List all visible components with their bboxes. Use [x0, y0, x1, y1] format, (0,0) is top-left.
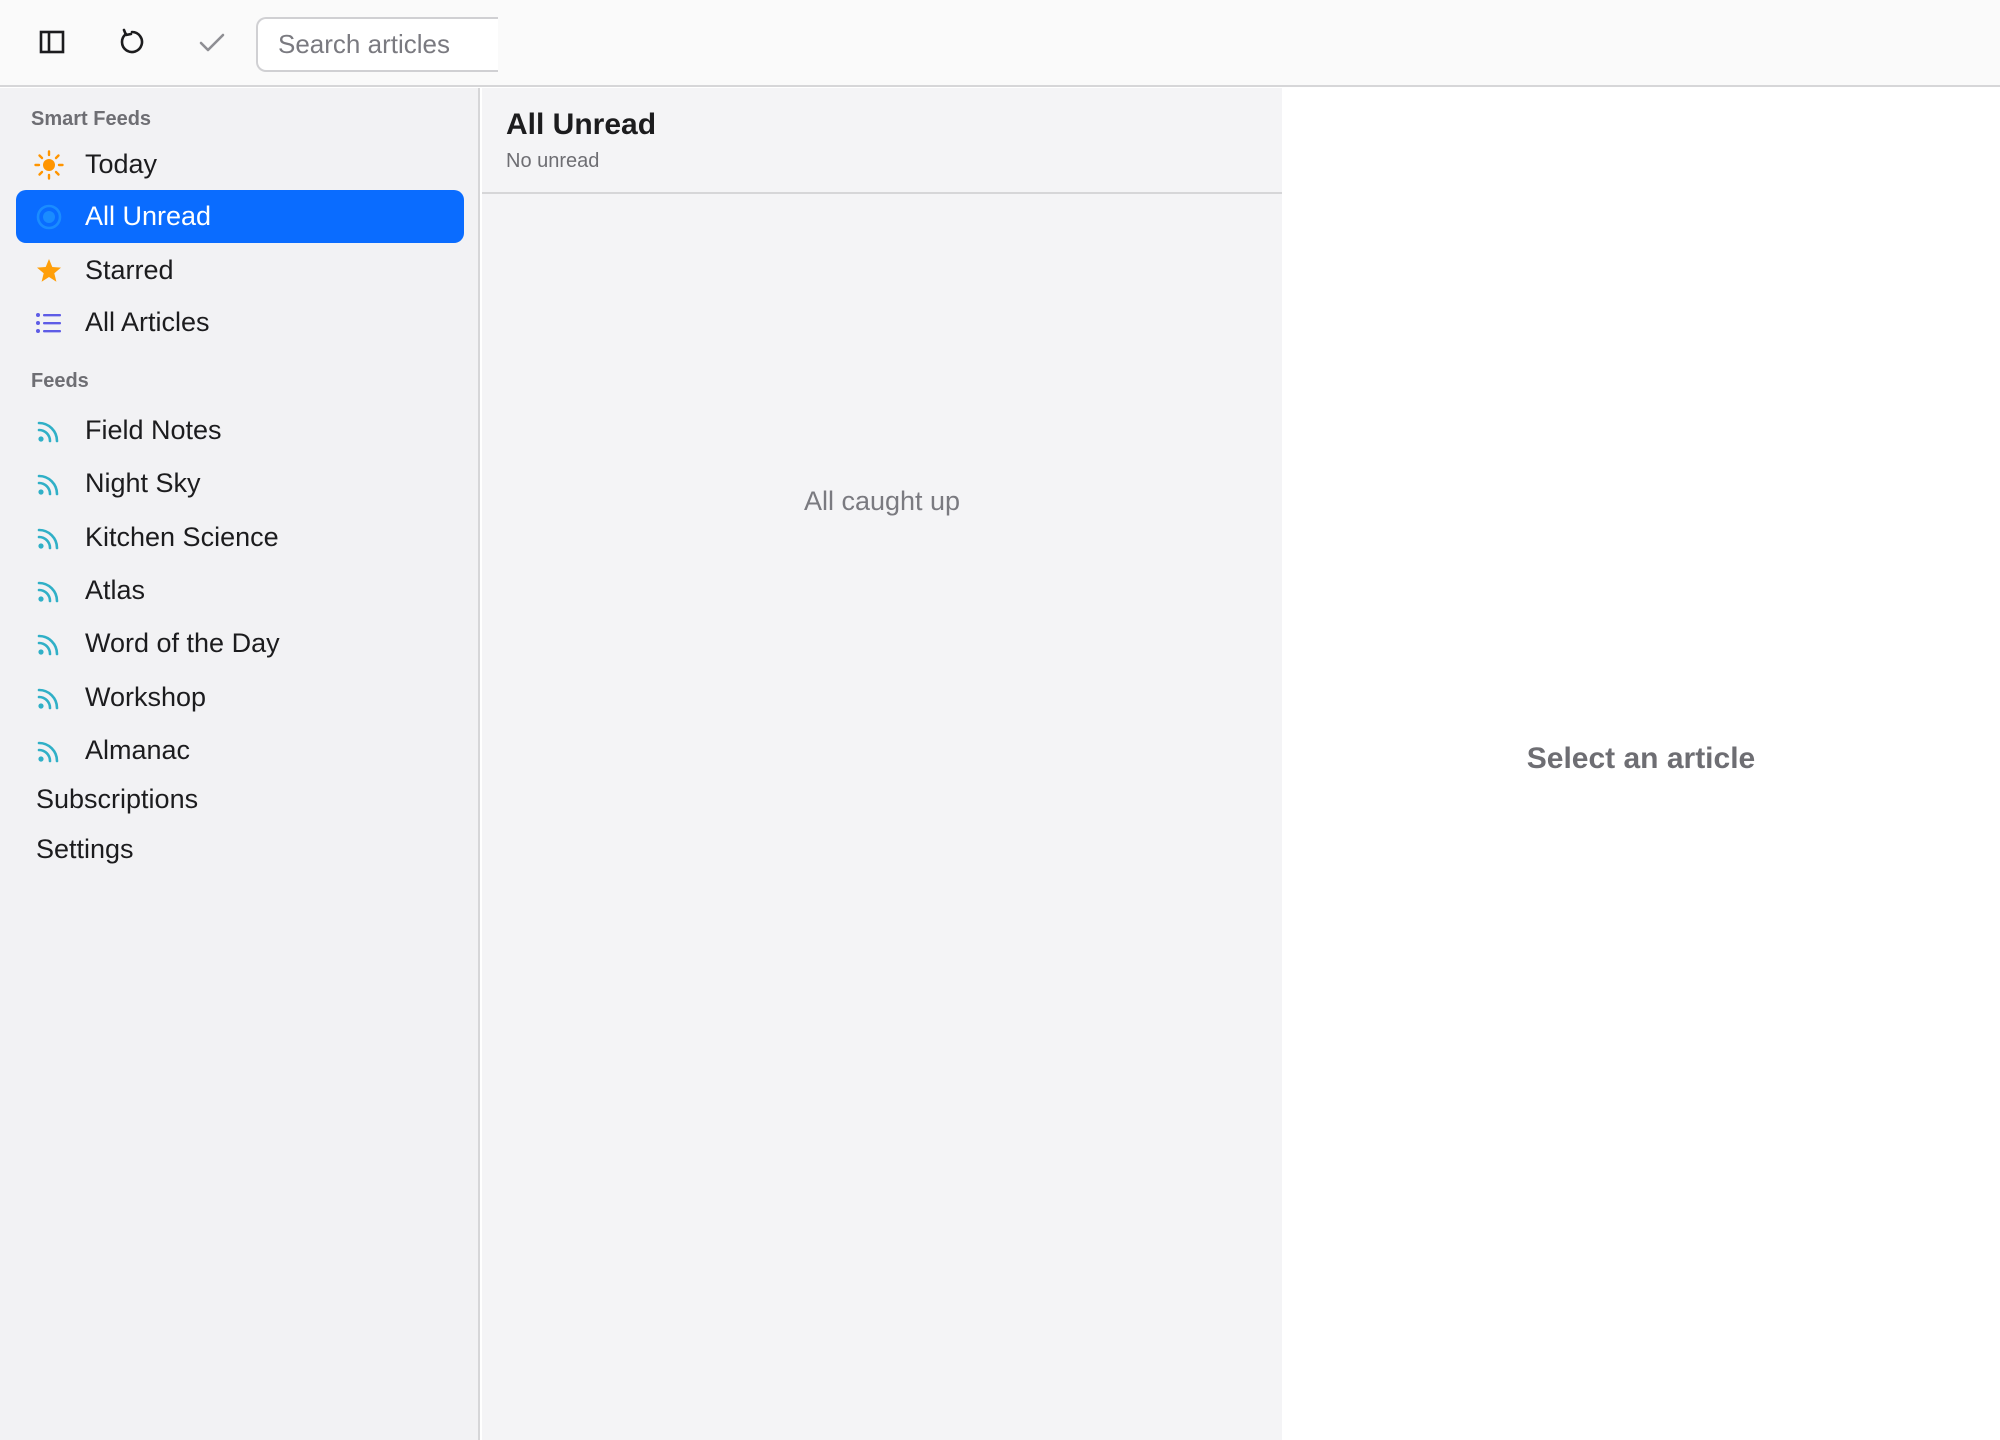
sidebar-item-all-articles[interactable]: All Articles	[16, 296, 464, 349]
sidebar-item-starred[interactable]: Starred	[16, 244, 464, 297]
empty-state-message: All caught up	[803, 486, 961, 516]
rss-icon	[34, 469, 64, 499]
feeds-header: Feeds	[31, 370, 89, 392]
list-header: All Unread No unread	[482, 88, 1282, 194]
rss-icon	[34, 576, 64, 606]
refresh-icon	[118, 28, 146, 61]
rss-icon	[34, 629, 64, 659]
sidebar-icon	[39, 30, 65, 59]
sidebar-item-today[interactable]: Today	[16, 138, 464, 191]
sidebar-feed-atlas[interactable]: Atlas	[16, 564, 464, 617]
sidebar-feed-label: Field Notes	[85, 415, 222, 445]
list-title: All Unread	[506, 108, 657, 141]
sidebar-feed-label: Night Sky	[85, 468, 201, 498]
sidebar-feed-label: Word of the Day	[85, 628, 280, 658]
sidebar-feed-label: Workshop	[85, 682, 207, 712]
sun-icon	[34, 150, 64, 180]
rss-icon	[34, 683, 64, 713]
sidebar-item-label: Today	[85, 149, 158, 179]
mark-all-read-button[interactable]	[186, 18, 238, 70]
rss-icon	[34, 736, 64, 766]
sidebar-feed-workshop[interactable]: Workshop	[16, 671, 464, 724]
sidebar-feed-kitchen-science[interactable]: Kitchen Science	[16, 511, 464, 564]
sidebar-feed-word-of-the-day[interactable]: Word of the Day	[16, 617, 464, 670]
detail-placeholder: Select an article	[1526, 742, 1756, 775]
star-icon	[34, 256, 64, 286]
sidebar-item-all-unread[interactable]: All Unread	[16, 190, 464, 243]
article-list-pane: All Unread No unread All caught up	[482, 88, 1282, 1440]
sidebar-feed-night-sky[interactable]: Night Sky	[16, 457, 464, 510]
sidebar-link-settings[interactable]: Settings	[20, 824, 464, 874]
sidebar-link-subscriptions[interactable]: Subscriptions	[20, 774, 464, 824]
rss-icon	[34, 523, 64, 553]
sidebar-link-label: Subscriptions	[36, 783, 199, 814]
sidebar-feed-label: Almanac	[85, 735, 191, 765]
sidebar-toggle-button[interactable]	[26, 18, 78, 70]
sidebar: Smart Feeds Today All Unread Starred All…	[0, 88, 480, 1440]
sidebar-item-label: All Articles	[85, 307, 210, 337]
sidebar-item-label: All Unread	[85, 201, 212, 231]
checkmark-icon	[198, 31, 226, 58]
unread-dot-icon	[34, 202, 64, 232]
rss-icon	[34, 416, 64, 446]
sidebar-item-label: Starred	[85, 255, 174, 285]
smart-feeds-header: Smart Feeds	[31, 108, 152, 130]
sidebar-link-label: Settings	[36, 833, 134, 864]
article-detail-pane: Select an article	[1282, 88, 2000, 1440]
toolbar	[0, 0, 2000, 87]
sidebar-feed-label: Kitchen Science	[85, 522, 279, 552]
sidebar-feed-almanac[interactable]: Almanac	[16, 724, 464, 777]
search-input[interactable]	[256, 17, 498, 72]
sidebar-feed-label: Atlas	[85, 575, 146, 605]
list-subtitle: No unread	[506, 150, 600, 172]
sidebar-feed-field-notes[interactable]: Field Notes	[16, 404, 464, 457]
list-icon	[34, 308, 64, 338]
refresh-button[interactable]	[106, 18, 158, 70]
